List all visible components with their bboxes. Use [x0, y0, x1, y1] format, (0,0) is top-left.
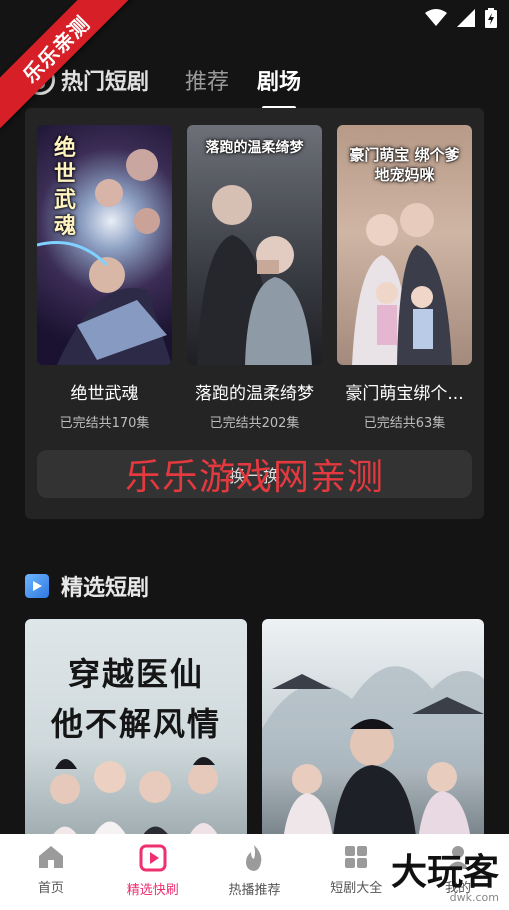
battery-icon: [485, 8, 497, 28]
bottom-nav: 首页 精选快刷 热播推荐 短剧大全 我的: [0, 834, 509, 910]
flame-icon: [246, 845, 262, 871]
watermark-ribbon-text: 乐乐亲测: [0, 0, 135, 128]
wifi-icon: [425, 9, 447, 26]
status-icons: [425, 8, 497, 28]
home-icon: [38, 846, 63, 868]
tab-recommend[interactable]: 推荐: [185, 64, 229, 96]
user-icon: [447, 846, 470, 869]
poster-title-text: 豪门萌宝 绑个爹地宠妈咪: [349, 146, 460, 184]
nav-label: 短剧大全: [330, 881, 383, 896]
signal-icon: [457, 9, 475, 27]
nav-label: 我的: [445, 881, 472, 896]
featured-panel: 绝世武魂 绝世武魂 已完结共170集 落跑的温柔绮梦 落跑的温柔绮梦 已完结共2…: [25, 108, 484, 519]
drama-card[interactable]: 绝世武魂 绝世武魂 已完结共170集: [37, 125, 172, 431]
nav-selected[interactable]: 精选快刷: [102, 834, 204, 910]
nav-profile[interactable]: 我的: [407, 834, 509, 910]
drama-title: 绝世武魂: [70, 384, 139, 404]
drama-episodes: 已完结共63集: [363, 416, 446, 431]
drama-card[interactable]: 落跑的温柔绮梦 落跑的温柔绮梦 已完结共202集: [187, 125, 322, 431]
drama-poster[interactable]: 豪门萌宝 绑个爹地宠妈咪: [337, 125, 472, 365]
tab-theater[interactable]: 剧场: [257, 64, 301, 96]
nav-label: 首页: [37, 881, 64, 896]
drama-title: 落跑的温柔绮梦: [195, 384, 314, 404]
poster-art: [197, 185, 312, 365]
drama-episodes: 已完结共170集: [59, 416, 150, 431]
selected-section-header: 精选短剧: [25, 570, 149, 602]
swap-button[interactable]: 换一换: [37, 450, 472, 498]
nav-label: 精选快刷: [126, 883, 179, 898]
nav-all-dramas[interactable]: 短剧大全: [305, 834, 407, 910]
nav-hot[interactable]: 热播推荐: [204, 834, 306, 910]
poster-title-text: 落跑的温柔绮梦: [205, 140, 304, 156]
poster-title-text: 绝世武魂: [53, 135, 76, 239]
grid-icon: [345, 846, 368, 868]
watermark-ribbon: 乐乐亲测: [0, 0, 140, 140]
drama-poster[interactable]: 绝世武魂: [37, 125, 172, 365]
drama-poster[interactable]: 落跑的温柔绮梦: [187, 125, 322, 365]
play-icon: [139, 844, 167, 872]
drama-episodes: 已完结共202集: [209, 416, 300, 431]
drama-title: 豪门萌宝绑个...: [345, 384, 464, 404]
selected-drama-card[interactable]: [262, 619, 484, 849]
poster-art: [45, 757, 225, 849]
nav-label: 热播推荐: [228, 883, 281, 898]
poster-art: [262, 666, 484, 849]
play-badge-icon: [25, 574, 49, 598]
nav-home[interactable]: 首页: [0, 834, 102, 910]
selected-section-title: 精选短剧: [61, 576, 150, 601]
drama-card[interactable]: 豪门萌宝 绑个爹地宠妈咪 豪门萌宝绑个... 已完结共63集: [337, 125, 472, 431]
selected-drama-card[interactable]: 穿越医仙 他不解风情: [25, 619, 247, 849]
